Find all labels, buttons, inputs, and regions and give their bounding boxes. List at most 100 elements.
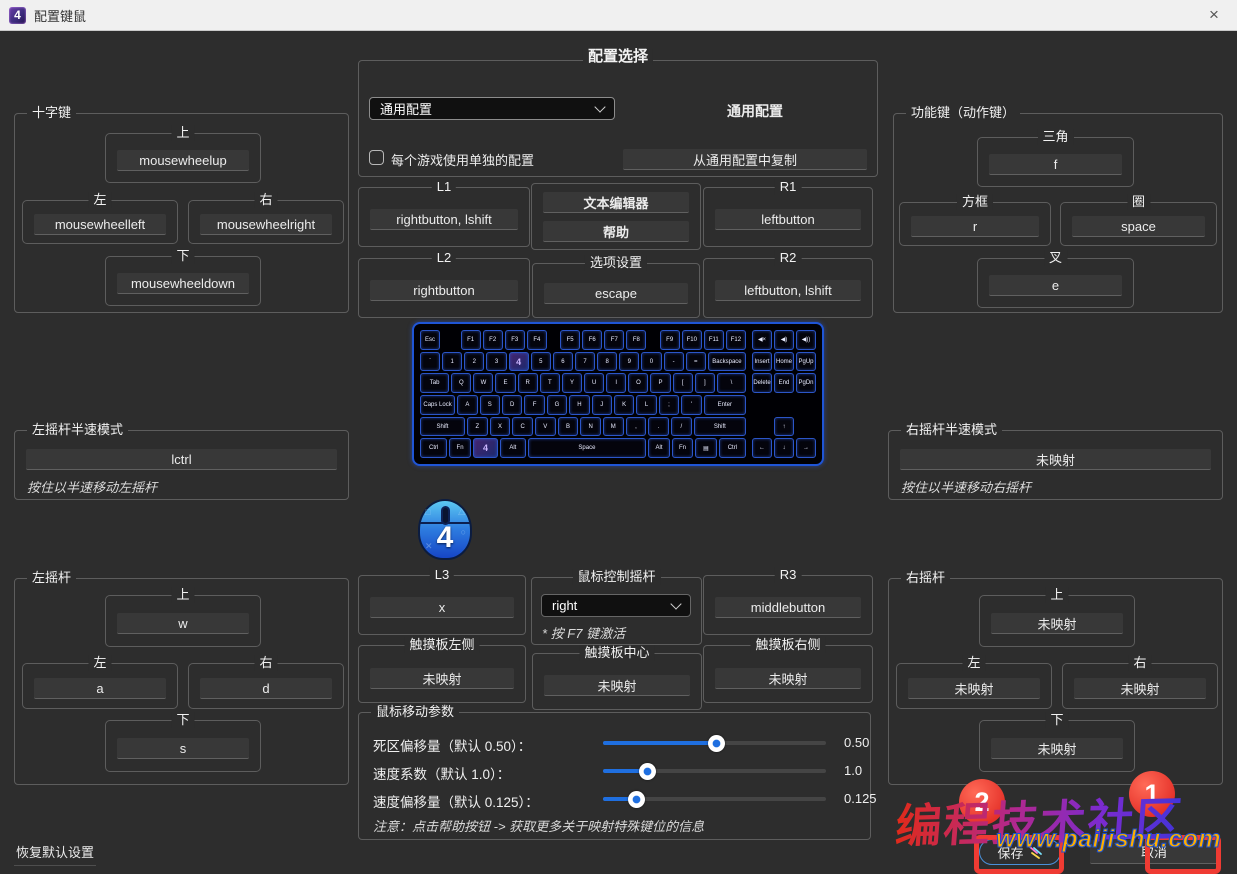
mouse-stick-group: 鼠标控制摇杆 right * 按 F7 键激活 (531, 577, 702, 645)
cross-mapping-button[interactable]: e (989, 275, 1122, 296)
slider-value: 1.0 (844, 763, 862, 778)
right-stick-left-group: 左 未映射 (896, 663, 1052, 709)
keyboard-key: 1 (442, 352, 462, 372)
keyboard-key: ' (681, 395, 701, 415)
slider-thumb[interactable] (628, 791, 645, 808)
keyboard-key: F10 (682, 330, 702, 350)
dpad-left-mapping-button[interactable]: mousewheelleft (34, 214, 166, 235)
keyboard-key: V (535, 417, 556, 437)
mouse-params-group: 鼠标移动参数 死区偏移量（默认 0.50）：0.50速度系数（默认 1.0）：1… (358, 712, 871, 840)
slider-track[interactable] (603, 797, 826, 801)
keyboard-key: Home (774, 352, 794, 372)
circle-mapping-button[interactable]: space (1072, 216, 1205, 237)
keyboard-key: F (524, 395, 544, 415)
keyboard-key: 6 (553, 352, 573, 372)
close-button[interactable]: × (1191, 0, 1237, 29)
left-stick-left-mapping-button[interactable]: a (34, 678, 166, 699)
dpad-up-label: 上 (171, 125, 194, 141)
keyboard-key: Fn (449, 438, 470, 458)
slider-track[interactable] (603, 741, 826, 745)
r1-group: R1 leftbutton (703, 187, 873, 247)
keyboard-key: J (592, 395, 612, 415)
half-speed-left-group: 左摇杆半速模式 lctrl 按住以半速移动左摇杆 (14, 430, 349, 500)
triangle-mapping-button[interactable]: f (989, 154, 1122, 175)
r2-mapping-button[interactable]: leftbutton, lshift (715, 280, 861, 301)
left-stick-group: 左摇杆 上 w 左 a 右 d 下 s (14, 578, 349, 785)
half-speed-right-mapping-button[interactable]: 未映射 (900, 449, 1211, 470)
left-stick-down-mapping-button[interactable]: s (117, 738, 249, 759)
keyboard-key: I (606, 373, 626, 393)
keyboard-key: Space (528, 438, 647, 458)
keyboard-key: B (558, 417, 579, 437)
left-stick-left-group: 左 a (22, 663, 178, 709)
profile-name-label: 通用配置 (641, 101, 869, 121)
l1-group: L1 rightbutton, lshift (358, 187, 530, 247)
mouse-number: 4 (420, 521, 470, 555)
half-speed-left-mapping-button[interactable]: lctrl (26, 449, 337, 470)
keyboard-key: K (614, 395, 634, 415)
copy-from-common-button[interactable]: 从通用配置中复制 (623, 149, 867, 170)
keyboard-key: , (626, 417, 647, 437)
left-stick-right-mapping-button[interactable]: d (200, 678, 332, 699)
slider-label: 速度系数（默认 1.0）： (373, 763, 510, 783)
dpad-right-mapping-button[interactable]: mousewheelright (200, 214, 332, 235)
l2-mapping-button[interactable]: rightbutton (370, 280, 518, 301)
square-mapping-button[interactable]: r (911, 216, 1039, 237)
keyboard-key: Shift (694, 417, 746, 437)
keyboard-key: 4 (509, 352, 529, 372)
options-mapping-button[interactable]: escape (544, 283, 688, 304)
slider-thumb[interactable] (708, 735, 725, 752)
keyboard-key: ↓ (774, 438, 794, 458)
right-stick-down-mapping-button[interactable]: 未映射 (991, 738, 1123, 759)
dpad-down-mapping-button[interactable]: mousewheeldown (117, 273, 249, 294)
keyboard-key: / (671, 417, 692, 437)
r3-mapping-button[interactable]: middlebutton (715, 597, 861, 618)
circle-group: 圈 space (1060, 202, 1217, 246)
touchpad-right-mapping-button[interactable]: 未映射 (715, 668, 861, 689)
profile-dropdown[interactable]: 通用配置 (369, 97, 615, 120)
restore-defaults-button[interactable]: 恢复默认设置 (14, 840, 96, 866)
right-stick-group: 右摇杆 上 未映射 左 未映射 右 未映射 下 未映射 (888, 578, 1223, 785)
l3-mapping-button[interactable]: x (370, 597, 514, 618)
slider-track[interactable] (603, 769, 826, 773)
keyboard-key: [ (673, 373, 693, 393)
per-game-checkbox[interactable] (369, 150, 384, 165)
mouse-stick-dropdown[interactable]: right (541, 594, 691, 617)
r3-label: R3 (775, 567, 802, 583)
keyboard-key: ← (752, 438, 772, 458)
touchpad-center-mapping-button[interactable]: 未映射 (544, 675, 690, 696)
keyboard-key: ` (420, 352, 440, 372)
app-icon: 4 (9, 7, 26, 24)
left-stick-up-mapping-button[interactable]: w (117, 613, 249, 634)
mouse-icon: □ △ ○ ✕ 4 (418, 499, 472, 560)
right-stick-up-mapping-button[interactable]: 未映射 (991, 613, 1123, 634)
l2-group: L2 rightbutton (358, 258, 530, 318)
keyboard-key: L (636, 395, 656, 415)
right-stick-down-group: 下 未映射 (979, 720, 1135, 772)
square-label: 方框 (957, 194, 993, 210)
config-select-group: 配置选择 通用配置 通用配置 每个游戏使用单独的配置 从通用配置中复制 (358, 60, 878, 177)
keyboard-key: Ctrl (420, 438, 447, 458)
right-stick-left-mapping-button[interactable]: 未映射 (908, 678, 1040, 699)
keyboard-key: F7 (604, 330, 624, 350)
mouse-stick-dropdown-value: right (552, 598, 577, 613)
help-button[interactable]: 帮助 (543, 221, 689, 242)
quick-buttons-panel: 文本编辑器 帮助 (531, 183, 701, 250)
touchpad-left-mapping-button[interactable]: 未映射 (370, 668, 514, 689)
dpad-group: 十字键 上 mousewheelup 左 mousewheelleft 右 mo… (14, 113, 349, 313)
keyboard-key: Y (562, 373, 582, 393)
keyboard-key: Q (451, 373, 471, 393)
l1-mapping-button[interactable]: rightbutton, lshift (370, 209, 518, 230)
touchpad-left-group: 触摸板左侧 未映射 (358, 645, 526, 703)
slider-label: 速度偏移量（默认 0.125）： (373, 791, 539, 811)
right-stick-right-mapping-button[interactable]: 未映射 (1074, 678, 1206, 699)
text-editor-button[interactable]: 文本编辑器 (543, 192, 689, 213)
mouse-params-note: 注意：点击帮助按钮 -> 获取更多关于映射特殊键位的信息 (373, 816, 704, 835)
left-stick-down-group: 下 s (105, 720, 261, 772)
right-stick-up-label: 上 (1045, 587, 1068, 603)
slider-thumb[interactable] (639, 763, 656, 780)
r1-mapping-button[interactable]: leftbutton (715, 209, 861, 230)
dpad-up-mapping-button[interactable]: mousewheelup (117, 150, 249, 171)
dpad-right-group: 右 mousewheelright (188, 200, 344, 244)
touchpad-right-group: 触摸板右侧 未映射 (703, 645, 873, 703)
